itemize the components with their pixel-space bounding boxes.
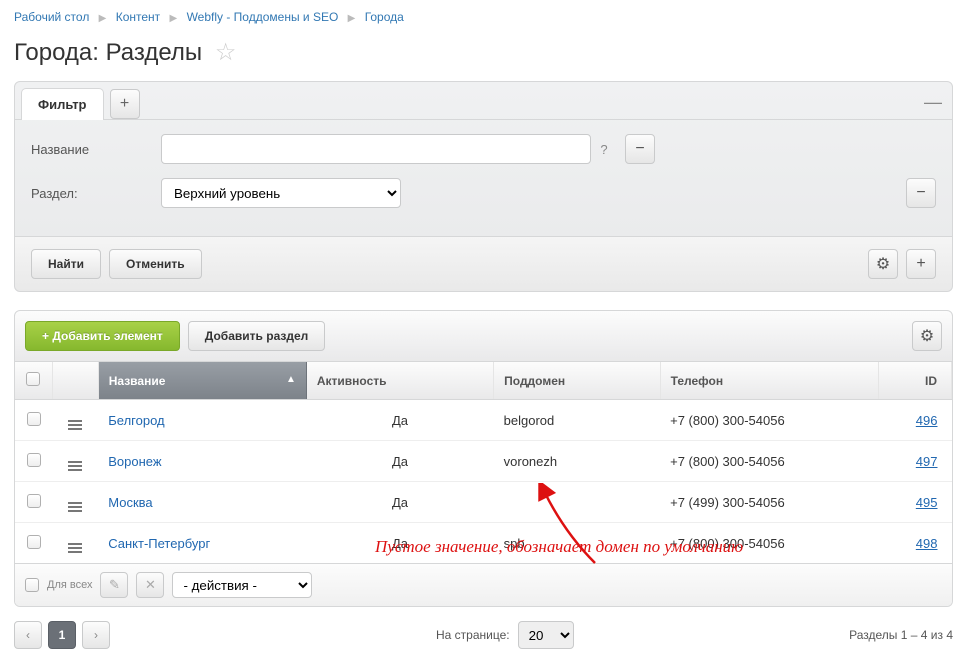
toolbar: + Добавить элемент Добавить раздел ⚙ <box>14 310 953 362</box>
data-grid: Название▲ Активность Поддомен Телефон ID… <box>14 362 953 607</box>
table-row: Белгород Даbelgorod+7 (800) 300-54056 496 <box>15 400 952 441</box>
row-name-link[interactable]: Воронеж <box>108 454 161 469</box>
help-icon[interactable]: ? <box>591 142 617 157</box>
pager-summary: Разделы 1 – 4 из 4 <box>849 628 953 642</box>
plus-icon: + <box>120 95 129 113</box>
row-name-link[interactable]: Белгород <box>108 413 164 428</box>
crumb-webfly[interactable]: Webfly - Поддомены и SEO <box>187 10 339 24</box>
row-menu-button[interactable] <box>68 420 82 430</box>
table-row: Воронеж Даvoronezh+7 (800) 300-54056 497 <box>15 441 952 482</box>
crumb-desktop[interactable]: Рабочий стол <box>14 10 89 24</box>
prev-page-button[interactable]: ‹ <box>14 621 42 649</box>
column-active[interactable]: Активность <box>306 362 493 400</box>
edit-selected-button[interactable]: ✎ <box>100 572 128 598</box>
minus-icon: − <box>916 184 925 202</box>
filter-name-label: Название <box>31 142 161 157</box>
row-phone: +7 (800) 300-54056 <box>660 441 879 482</box>
remove-filter-row-button[interactable]: − <box>906 178 936 208</box>
add-filter-tab-button[interactable]: + <box>110 89 140 119</box>
row-subdomain: voronezh <box>494 441 660 482</box>
column-menu <box>52 362 98 400</box>
per-page-label: На странице: <box>436 628 510 642</box>
row-id-link[interactable]: 495 <box>889 495 938 510</box>
row-active: Да <box>306 482 493 523</box>
row-id-link[interactable]: 496 <box>889 413 938 428</box>
bulk-actions-select[interactable]: - действия - <box>172 572 312 598</box>
minus-icon: − <box>635 140 644 158</box>
row-menu-button[interactable] <box>68 461 82 471</box>
pencil-icon: ✎ <box>109 577 120 593</box>
gear-icon: ⚙ <box>920 326 934 346</box>
row-phone: +7 (800) 300-54056 <box>660 400 879 441</box>
row-name-link[interactable]: Москва <box>108 495 152 510</box>
delete-selected-button[interactable]: ✕ <box>136 572 164 598</box>
close-icon: ✕ <box>145 577 156 593</box>
row-checkbox[interactable] <box>27 412 41 426</box>
column-name[interactable]: Название▲ <box>98 362 306 400</box>
breadcrumb: Рабочий стол ▶ Контент ▶ Webfly - Поддом… <box>0 0 967 34</box>
row-subdomain <box>494 482 660 523</box>
grid-footer: Для всех ✎ ✕ - действия - Пустое значени… <box>15 563 952 606</box>
sort-asc-icon: ▲ <box>286 374 296 385</box>
page-1-button[interactable]: 1 <box>48 621 76 649</box>
row-name-link[interactable]: Санкт-Петербург <box>108 536 210 551</box>
annotation-text: Пустое значение, обозначает домен по умо… <box>375 537 743 557</box>
add-section-button[interactable]: Добавить раздел <box>188 321 325 351</box>
column-subdomain[interactable]: Поддомен <box>494 362 660 400</box>
row-id-link[interactable]: 498 <box>889 536 938 551</box>
row-menu-button[interactable] <box>68 543 82 553</box>
find-button[interactable]: Найти <box>31 249 101 279</box>
row-phone: +7 (499) 300-54056 <box>660 482 879 523</box>
column-checkbox <box>15 362 52 400</box>
row-menu-button[interactable] <box>68 502 82 512</box>
chevron-right-icon: ▶ <box>99 13 107 24</box>
row-checkbox[interactable] <box>27 453 41 467</box>
for-all-label: Для всех <box>47 579 92 591</box>
filter-tab[interactable]: Фильтр <box>21 88 104 120</box>
filter-section-label: Раздел: <box>31 186 161 201</box>
star-icon[interactable]: ☆ <box>215 39 237 66</box>
row-checkbox[interactable] <box>27 535 41 549</box>
gear-icon: ⚙ <box>876 254 890 274</box>
chevron-right-icon: ▶ <box>170 13 178 24</box>
filter-panel: Фильтр + — Название ? − Раздел: Верхний … <box>14 81 953 292</box>
table-row: Москва Да +7 (499) 300-54056 495 <box>15 482 952 523</box>
column-phone[interactable]: Телефон <box>660 362 879 400</box>
crumb-content[interactable]: Контент <box>116 10 160 24</box>
crumb-cities[interactable]: Города <box>365 10 404 24</box>
chevron-right-icon: › <box>94 628 98 642</box>
chevron-right-icon: ▶ <box>348 13 356 24</box>
per-page-select[interactable]: 20 <box>518 621 574 649</box>
pagination: ‹ 1 › На странице: 20 Разделы 1 – 4 из 4 <box>14 621 953 649</box>
filter-section-select[interactable]: Верхний уровень <box>161 178 401 208</box>
select-all-checkbox[interactable] <box>26 372 40 386</box>
plus-icon: + <box>42 329 52 343</box>
remove-filter-row-button[interactable]: − <box>625 134 655 164</box>
column-id[interactable]: ID <box>879 362 952 400</box>
row-active: Да <box>306 400 493 441</box>
cancel-button[interactable]: Отменить <box>109 249 202 279</box>
page-title: Города: Разделы ☆ <box>0 34 967 81</box>
row-checkbox[interactable] <box>27 494 41 508</box>
add-element-button[interactable]: + Добавить элемент <box>25 321 180 351</box>
filter-name-input[interactable] <box>161 134 591 164</box>
row-id-link[interactable]: 497 <box>889 454 938 469</box>
collapse-icon[interactable]: — <box>924 92 942 113</box>
row-subdomain: belgorod <box>494 400 660 441</box>
chevron-left-icon: ‹ <box>26 628 30 642</box>
select-all-footer-checkbox[interactable] <box>25 578 39 592</box>
row-active: Да <box>306 441 493 482</box>
grid-settings-button[interactable]: ⚙ <box>912 321 942 351</box>
plus-icon: + <box>916 255 925 273</box>
next-page-button[interactable]: › <box>82 621 110 649</box>
add-filter-field-button[interactable]: + <box>906 249 936 279</box>
filter-settings-button[interactable]: ⚙ <box>868 249 898 279</box>
